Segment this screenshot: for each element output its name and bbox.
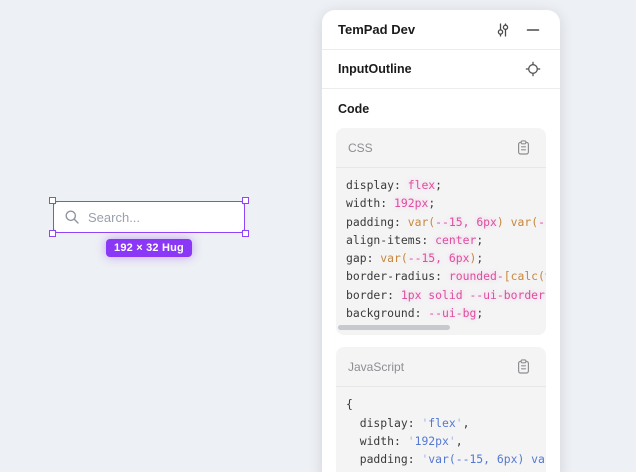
code-line: padding: var(--15, 6px) var(--15, 6px); [346, 213, 546, 231]
locate-button[interactable] [522, 58, 544, 80]
code-line: border: 1px solid --ui-border-input; [346, 286, 546, 304]
selection-handle-bottom-left[interactable] [49, 230, 56, 237]
code-line: background: --ui-bg; [346, 304, 546, 322]
copy-css-button[interactable] [512, 137, 534, 159]
minimize-button[interactable] [522, 19, 544, 41]
horizontal-scrollbar [338, 324, 544, 333]
code-line: { [346, 395, 546, 413]
css-block-header: CSS [336, 128, 546, 168]
figma-canvas: { "canvas": { "search_input": { "placeho… [0, 0, 636, 472]
css-code-block: CSS display: flex;width: 192px;padding: … [336, 128, 546, 335]
css-block-label: CSS [348, 141, 373, 155]
code-line: display: 'flex', [346, 414, 546, 432]
settings-button[interactable] [492, 19, 514, 41]
clipboard-icon [517, 140, 530, 155]
code-line: width: 192px; [346, 194, 546, 212]
minus-icon [526, 23, 540, 37]
component-row: InputOutline [322, 50, 560, 89]
size-badge: 192 × 32 Hug [106, 239, 192, 257]
tempad-dev-panel: TemPad Dev InputOutline [322, 10, 560, 472]
code-line: display: flex; [346, 176, 546, 194]
component-name: InputOutline [338, 62, 412, 76]
panel-header: TemPad Dev [322, 10, 560, 50]
code-line: padding: 'var(--15, 6px) var(--15, 6px)'… [346, 450, 546, 468]
js-block-header: JavaScript [336, 347, 546, 387]
js-block-label: JavaScript [348, 360, 404, 374]
js-code: { display: 'flex', width: '192px', paddi… [336, 387, 546, 472]
search-input[interactable] [53, 201, 245, 233]
code-section: Code CSS display: flex;width: 192px;padd… [322, 89, 560, 472]
code-line: alignItems: 'center', [346, 469, 546, 472]
selection-handle-bottom-right[interactable] [242, 230, 249, 237]
code-line: width: '192px', [346, 432, 546, 450]
code-section-title: Code [338, 102, 546, 116]
clipboard-icon [517, 359, 530, 374]
panel-title: TemPad Dev [338, 22, 415, 37]
code-line: gap: var(--15, 6px); [346, 249, 546, 267]
css-code: display: flex;width: 192px;padding: var(… [336, 168, 546, 324]
js-code-block: JavaScript { display: 'flex', width: '19… [336, 347, 546, 472]
crosshair-icon [525, 61, 541, 77]
copy-js-button[interactable] [512, 356, 534, 378]
horizontal-scrollbar-thumb[interactable] [338, 325, 450, 330]
code-line: border-radius: rounded-[calc(var(--15))]… [346, 267, 546, 285]
selection-handle-top-right[interactable] [242, 197, 249, 204]
selected-component [53, 201, 245, 233]
sliders-icon [494, 21, 512, 39]
selection-handle-top-left[interactable] [49, 197, 56, 204]
code-line: align-items: center; [346, 231, 546, 249]
